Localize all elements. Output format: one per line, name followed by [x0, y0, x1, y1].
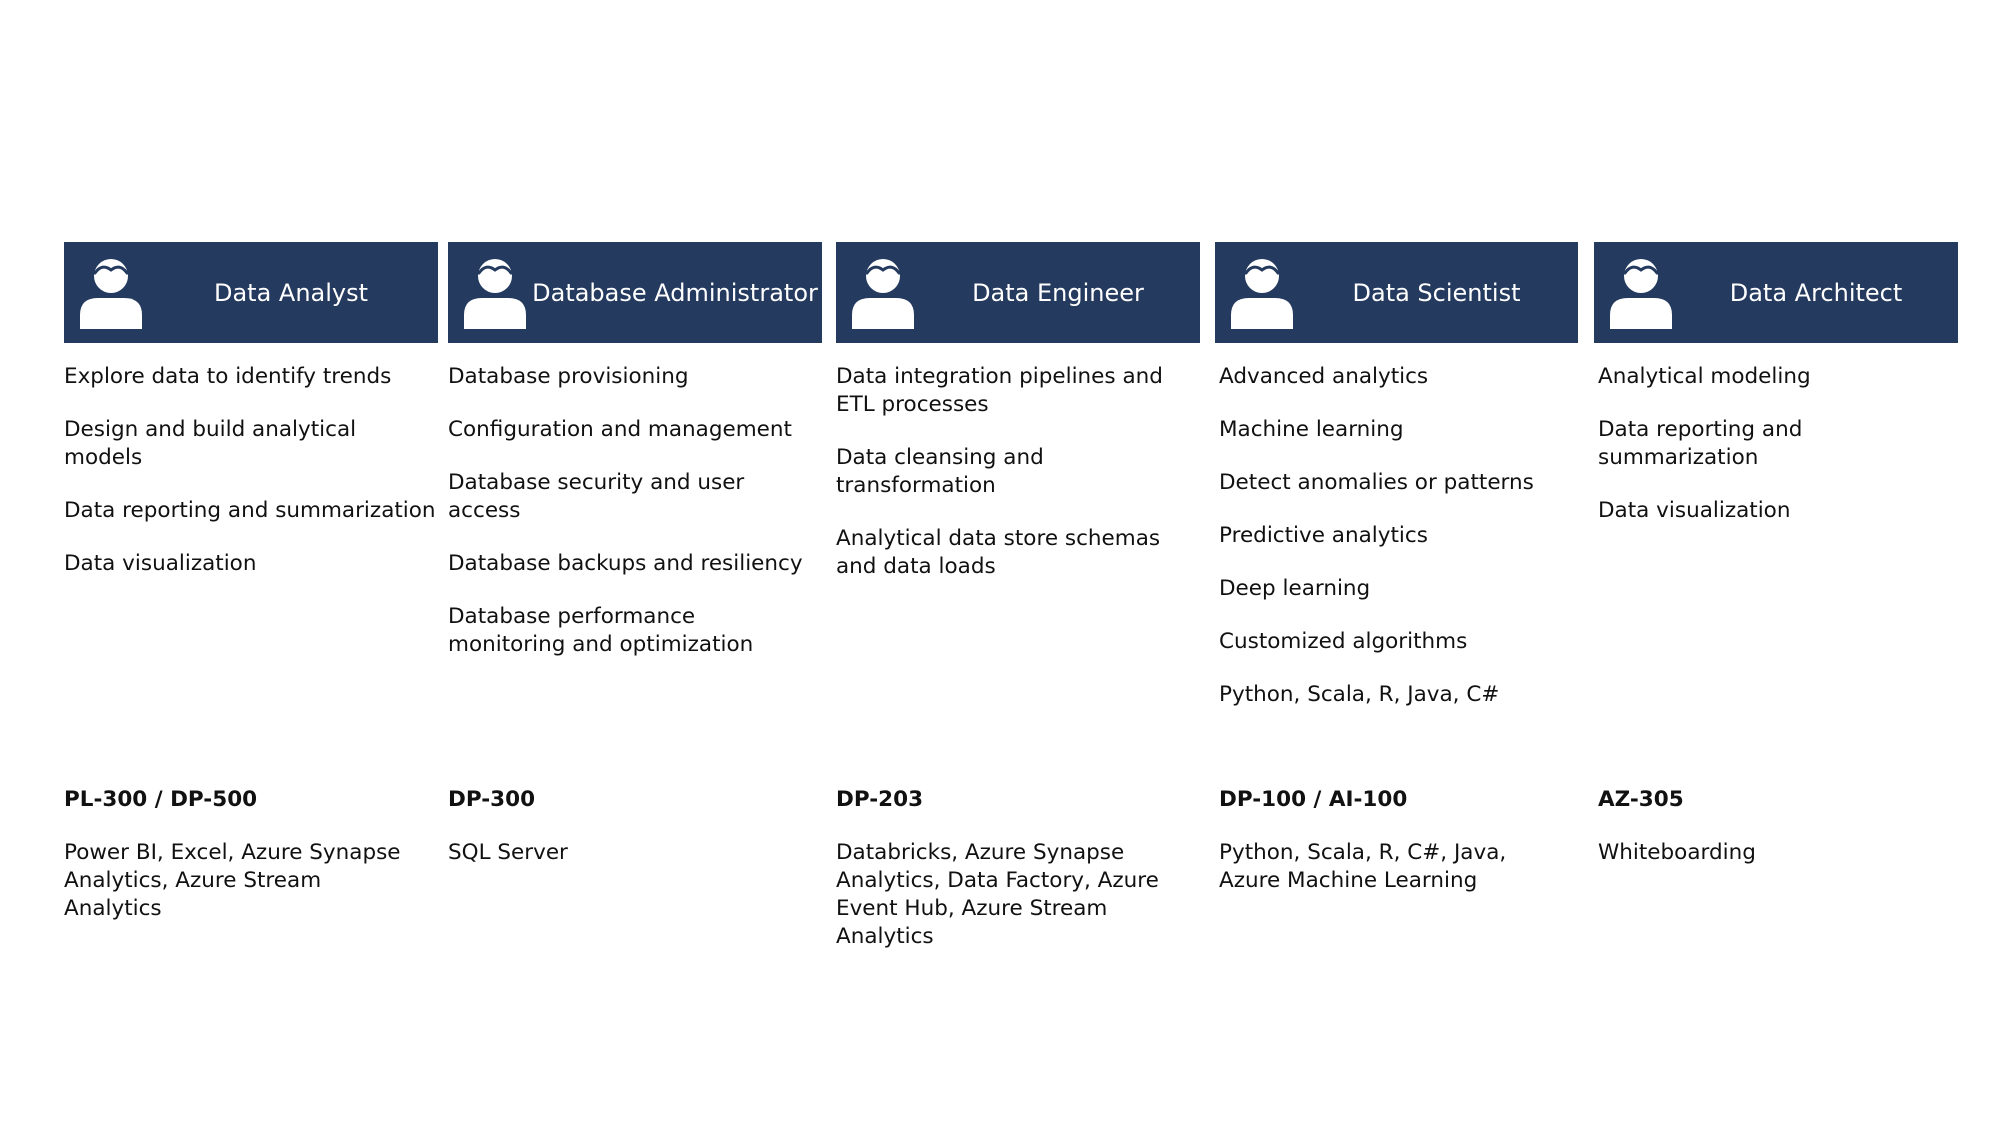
task-item: Data visualization — [1598, 498, 1791, 523]
role-title: Data Analyst — [213, 278, 369, 307]
task-item: Data reporting and summarization — [64, 498, 436, 523]
person-icon — [464, 258, 526, 329]
certification-label: DP-300 — [448, 787, 536, 812]
task-item: Analytical data store schemas and data l… — [836, 526, 1161, 579]
tools-text: Power BI, Excel, Azure Synapse Analytics… — [64, 840, 401, 921]
task-list: Explore data to identify trends Design a… — [64, 363, 438, 603]
role-title: Database Administrator — [532, 278, 818, 307]
task-list: Data integration pipelines and ETL proce… — [836, 363, 1200, 606]
task-item: Data cleansing and transformation — [836, 445, 1044, 498]
tools-text: Python, Scala, R, C#, Java, Azure Machin… — [1219, 840, 1507, 893]
role-column-database-administrator: Database Administrator Database provisio… — [448, 242, 822, 865]
person-icon — [80, 258, 142, 329]
task-item: Python, Scala, R, Java, C# — [1219, 682, 1500, 707]
role-column-data-scientist: Data Scientist Advanced analytics Machin… — [1215, 242, 1578, 893]
task-item: Customized algorithms — [1219, 629, 1468, 654]
task-item: Analytical modeling — [1598, 364, 1811, 389]
role-header: Data Scientist — [1215, 242, 1578, 343]
task-item: Detect anomalies or patterns — [1219, 470, 1534, 495]
role-column-data-architect: Data Architect Analytical modeling Data … — [1594, 242, 1958, 865]
role-title: Data Scientist — [1352, 278, 1521, 307]
task-item: Data integration pipelines and ETL proce… — [836, 364, 1163, 417]
task-item: Deep learning — [1219, 576, 1371, 601]
task-item: Predictive analytics — [1219, 523, 1428, 548]
task-item: Database provisioning — [448, 364, 689, 389]
role-column-data-analyst: Data Analyst Explore data to identify tr… — [64, 242, 438, 921]
task-item: Explore data to identify trends — [64, 364, 392, 389]
tools-text: SQL Server — [448, 840, 568, 865]
role-title: Data Architect — [1729, 278, 1903, 307]
role-header: Data Architect — [1594, 242, 1958, 343]
task-item: Design and build analytical models — [64, 417, 357, 470]
task-item: Database security and user access — [448, 470, 745, 523]
certification-label: DP-203 — [836, 787, 924, 812]
certification-label: AZ-305 — [1598, 787, 1684, 812]
certification-label: PL-300 / DP-500 — [64, 787, 258, 812]
task-item: Database backups and resiliency — [448, 551, 803, 576]
task-item: Database performance monitoring and opti… — [448, 604, 754, 657]
task-list: Database provisioning Configuration and … — [448, 363, 822, 684]
role-header: Data Analyst — [64, 242, 438, 343]
task-item: Machine learning — [1219, 417, 1404, 442]
role-column-data-engineer: Data Engineer Data integration pipelines… — [836, 242, 1200, 949]
tools-text: Databricks, Azure Synapse Analytics, Dat… — [836, 840, 1159, 949]
person-icon — [1231, 258, 1293, 329]
certification-label: DP-100 / AI-100 — [1219, 787, 1408, 812]
role-header: Data Engineer — [836, 242, 1200, 343]
tools-text: Whiteboarding — [1598, 840, 1756, 865]
role-header: Database Administrator — [448, 242, 822, 343]
task-item: Advanced analytics — [1219, 364, 1429, 389]
task-list: Analytical modeling Data reporting and s… — [1598, 363, 1958, 550]
task-list: Advanced analytics Machine learning Dete… — [1219, 363, 1578, 734]
role-title: Data Engineer — [972, 278, 1144, 307]
task-item: Configuration and management — [448, 417, 792, 442]
task-item: Data visualization — [64, 551, 257, 576]
person-icon — [852, 258, 914, 329]
task-item: Data reporting and summarization — [1598, 417, 1803, 470]
person-icon — [1610, 258, 1672, 329]
